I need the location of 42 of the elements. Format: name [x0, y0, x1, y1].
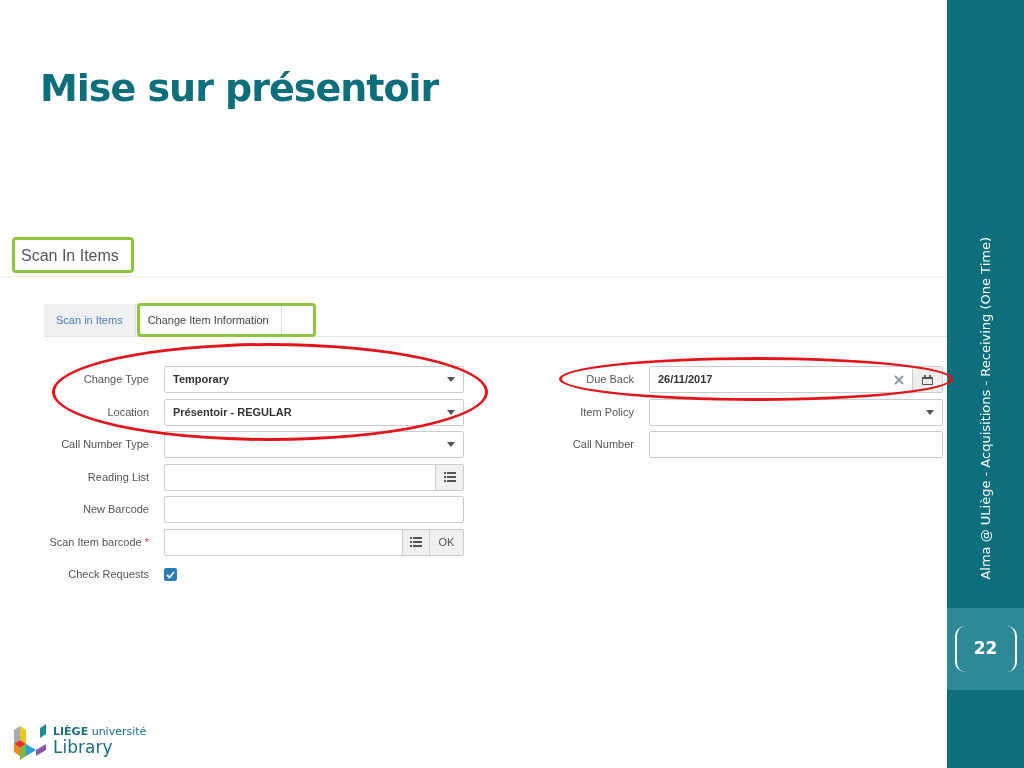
input-field[interactable]: [164, 463, 464, 491]
list-button[interactable]: [435, 464, 463, 490]
field-label: Check Requests: [68, 567, 149, 583]
dropdown-field[interactable]: [164, 431, 464, 458]
side-label: Alma @ ULiège - Acquisitions - Receiving (One Time): [976, 237, 994, 580]
logo-text: Library: [53, 739, 114, 756]
checkbox[interactable]: [164, 568, 177, 581]
field-label: Due Back: [586, 372, 634, 388]
field-label: Location: [107, 404, 149, 420]
dropdown-field[interactable]: [649, 398, 943, 426]
dropdown-field[interactable]: Présentoir - REGULAR: [164, 398, 464, 426]
caret-icon: [447, 442, 455, 447]
list-icon: [410, 537, 422, 547]
field-label: Scan Item barcode: [49, 534, 142, 550]
slide-title: Mise sur présentoir: [40, 65, 440, 112]
clear-icon[interactable]: [894, 374, 904, 385]
logo-icon: [14, 722, 47, 760]
field-label: Reading List: [87, 469, 149, 485]
dropdown-field[interactable]: Temporary: [164, 366, 464, 393]
caret-icon: [447, 377, 455, 382]
calendar-button[interactable]: [912, 367, 942, 392]
page-number: 22: [973, 637, 998, 661]
list-icon: [443, 472, 456, 482]
tab[interactable]: Scan in Items: [44, 304, 135, 336]
check-icon: [166, 570, 175, 579]
field-label: New Barcode: [82, 502, 149, 518]
caret-icon: [926, 409, 934, 415]
field-label: Call Number Type: [61, 437, 149, 453]
field-label: Call Number: [572, 437, 634, 453]
logo-text: LIÈGE université: [53, 726, 147, 737]
ok-button[interactable]: OK: [429, 529, 463, 555]
page-title: Scan In Items: [21, 247, 119, 264]
input-field[interactable]: [164, 496, 464, 523]
caret-icon: [447, 409, 455, 415]
list-button[interactable]: [402, 529, 429, 555]
date-field[interactable]: 26/11/2017: [649, 366, 943, 393]
calendar-icon: [922, 374, 933, 385]
field-label: Item Policy: [580, 404, 634, 420]
field-label: Change Type: [83, 372, 149, 388]
input-field[interactable]: OK: [164, 528, 464, 556]
required-mark: *: [144, 534, 149, 550]
input-field[interactable]: [649, 431, 943, 458]
